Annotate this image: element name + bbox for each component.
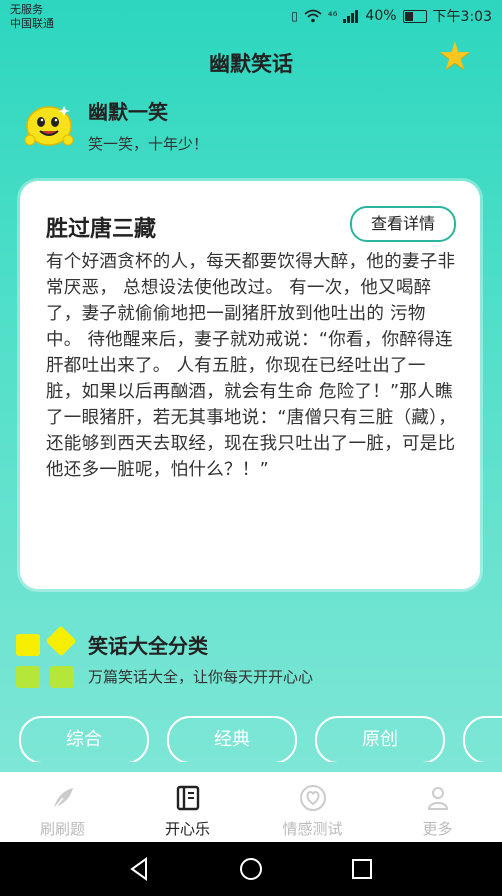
- tag-more[interactable]: [463, 716, 502, 762]
- tab-emotion-test[interactable]: 情感测试: [250, 772, 375, 842]
- vibrate-icon: ▯: [291, 9, 298, 23]
- heart-icon: [299, 785, 326, 811]
- category-tags: 综合 经典 原创: [19, 716, 502, 762]
- tag-comprehensive[interactable]: 综合: [19, 716, 149, 762]
- star-icon[interactable]: ★: [438, 34, 472, 78]
- tab-happy[interactable]: 开心乐: [125, 772, 250, 842]
- category-squares-icon: [16, 625, 80, 690]
- feather-icon: [51, 788, 73, 811]
- back-icon[interactable]: [124, 853, 156, 885]
- signal-icon: [343, 9, 359, 23]
- joke-title: 胜过唐三藏: [46, 217, 157, 242]
- tab-more[interactable]: 更多: [375, 772, 500, 842]
- tab-quiz[interactable]: 刷刷题: [0, 772, 125, 842]
- network-type: ⁴⁶: [327, 9, 338, 23]
- carrier-line-1: 无服务: [10, 3, 43, 16]
- carrier-info: 无服务 中国联通: [10, 3, 54, 31]
- tab-emotion-test-label: 情感测试: [282, 820, 343, 838]
- clock: 下午3:03: [432, 9, 492, 25]
- tag-classic[interactable]: 经典: [167, 716, 297, 762]
- tab-more-label: 更多: [422, 820, 453, 838]
- battery-icon: [402, 9, 427, 23]
- view-details-button[interactable]: 查看详情: [350, 206, 456, 242]
- person-icon: [427, 787, 448, 810]
- status-indicators: ▯ ⁴⁶ 40% 下午3:03: [291, 6, 492, 26]
- categories-subtitle: 万篇笑话大全，让你每天开开心心: [88, 668, 314, 686]
- joke-card: 胜过唐三藏 查看详情 有个好酒贪杯的人，每天都要饮得大醉，他的妻子非常厌恶， 总…: [20, 181, 480, 589]
- home-icon[interactable]: [235, 853, 267, 885]
- battery-percent: 40%: [365, 8, 397, 24]
- status-bar: 无服务 中国联通 ▯ ⁴⁶ 40% 下午3:03: [0, 0, 502, 34]
- tab-happy-label: 开心乐: [164, 820, 210, 838]
- recents-icon[interactable]: [346, 853, 378, 885]
- book-icon: [176, 785, 199, 811]
- bottom-tab-bar: 刷刷题 开心乐 情感测试 更多: [0, 772, 502, 842]
- page-title: 幽默笑话: [209, 52, 293, 76]
- banner-title: 幽默一笑: [88, 100, 168, 124]
- banner-subtitle: 笑一笑，十年少！: [88, 135, 209, 153]
- wifi-icon: [304, 9, 322, 23]
- system-nav-bar: [0, 842, 502, 896]
- tab-quiz-label: 刷刷题: [39, 820, 85, 838]
- joke-body: 有个好酒贪杯的人，每天都要饮得大醉，他的妻子非常厌恶， 总想设法使他改过。 有一…: [46, 252, 457, 480]
- smiley-mascot-icon: [24, 106, 74, 146]
- categories-title: 笑话大全分类: [88, 634, 208, 658]
- carrier-line-2: 中国联通: [10, 17, 54, 30]
- tag-original[interactable]: 原创: [315, 716, 445, 762]
